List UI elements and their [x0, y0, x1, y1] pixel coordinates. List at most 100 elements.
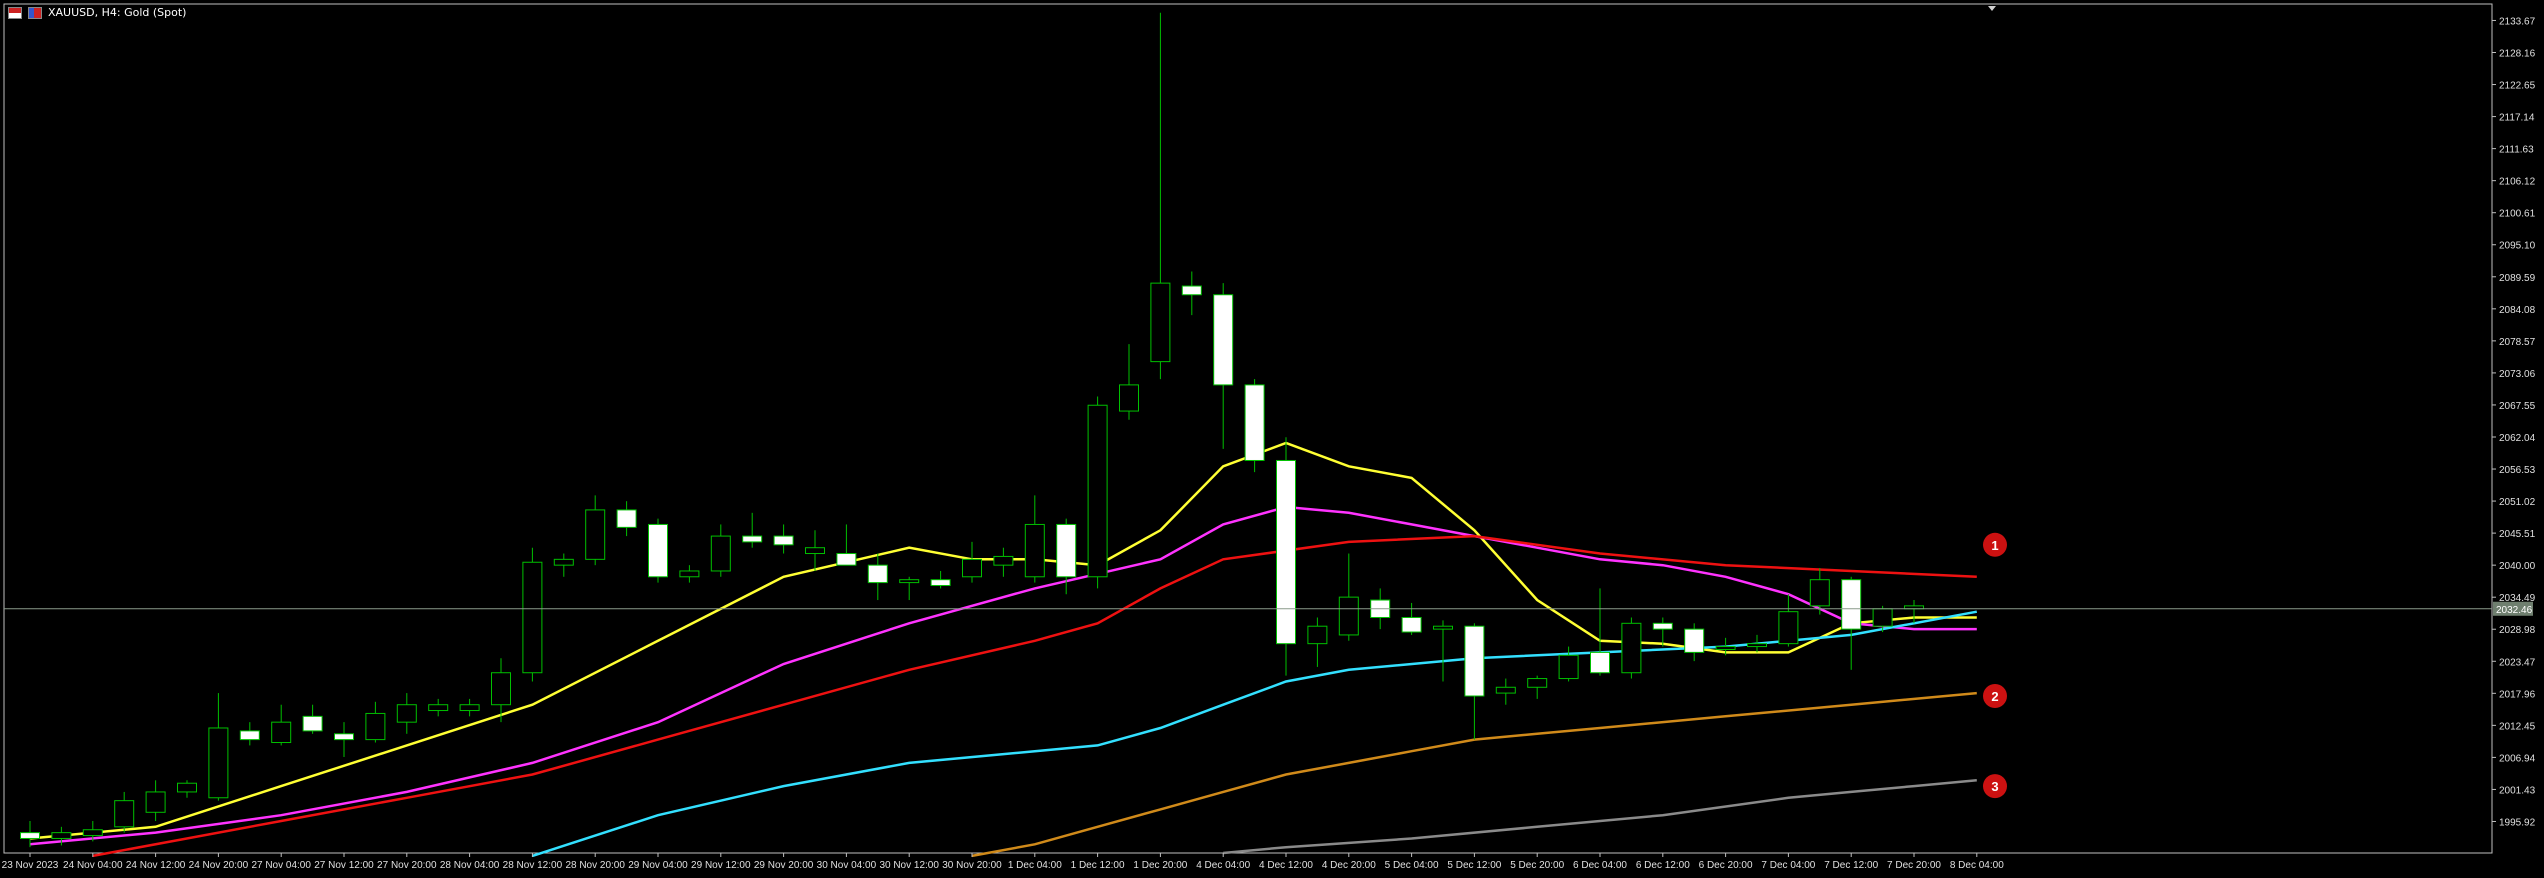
- y-tick-label: 2040.00: [2499, 561, 2536, 572]
- y-tick-label: 2023.47: [2499, 657, 2536, 668]
- y-tick-label: 2056.53: [2499, 465, 2536, 476]
- y-tick-label: 2122.65: [2499, 81, 2536, 92]
- marker-3-label: 3: [1991, 779, 1998, 794]
- x-tick-label: 27 Nov 04:00: [251, 860, 311, 871]
- bear-candle[interactable]: [20, 832, 40, 839]
- x-tick-label: 1 Dec 12:00: [1071, 860, 1125, 871]
- bull-candle[interactable]: [491, 672, 511, 706]
- current-price-label: 2032.46: [2496, 605, 2533, 616]
- y-tick-label: 2128.16: [2499, 48, 2536, 59]
- y-tick-label: 2012.45: [2499, 721, 2536, 732]
- y-tick-label: 2045.51: [2499, 529, 2536, 540]
- x-tick-label: 27 Nov 20:00: [377, 860, 437, 871]
- bear-candle[interactable]: [1464, 625, 1485, 697]
- y-tick-label: 2084.08: [2499, 305, 2536, 316]
- bull-candle[interactable]: [114, 800, 135, 828]
- bull-candle[interactable]: [805, 547, 825, 555]
- bull-candle[interactable]: [1872, 608, 1893, 627]
- chart-shift-marker-icon[interactable]: [1988, 6, 1996, 11]
- chart-window-icon: [8, 6, 22, 19]
- marker-2-label: 2: [1991, 689, 1998, 704]
- y-tick-label: 2117.14: [2499, 113, 2535, 124]
- bear-candle[interactable]: [1590, 651, 1610, 674]
- bull-candle[interactable]: [710, 535, 731, 572]
- bull-candle[interactable]: [82, 829, 103, 837]
- bull-candle[interactable]: [1621, 622, 1642, 674]
- bull-candle[interactable]: [1338, 596, 1359, 636]
- x-tick-label: 23 Nov 2023: [2, 860, 59, 871]
- bull-candle[interactable]: [1715, 646, 1736, 650]
- bear-candle[interactable]: [1056, 523, 1077, 578]
- bull-candle[interactable]: [1495, 686, 1516, 694]
- bear-candle[interactable]: [742, 535, 763, 543]
- x-tick-label: 28 Nov 12:00: [503, 860, 563, 871]
- x-tick-label: 6 Dec 20:00: [1699, 860, 1753, 871]
- price-chart[interactable]: 2032.46 2133.67 2128.16 2122.65 2117.14 2111.…: [0, 0, 2544, 874]
- bull-candle[interactable]: [1809, 579, 1830, 607]
- bull-candle[interactable]: [993, 555, 1014, 566]
- y-tick-label: 2078.57: [2499, 337, 2536, 348]
- bull-candle[interactable]: [585, 509, 606, 560]
- y-tick-label: 2133.67: [2499, 16, 2536, 27]
- x-tick-label: 7 Dec 04:00: [1761, 860, 1815, 871]
- bear-candle[interactable]: [648, 523, 668, 578]
- bull-candle[interactable]: [1150, 282, 1171, 363]
- bear-candle[interactable]: [239, 730, 260, 741]
- x-tick-label: 29 Nov 20:00: [754, 860, 814, 871]
- bull-candle[interactable]: [1119, 384, 1139, 412]
- bull-candle[interactable]: [396, 704, 417, 723]
- x-tick-label: 7 Dec 20:00: [1887, 860, 1941, 871]
- bear-candle[interactable]: [1401, 616, 1422, 633]
- bear-candle[interactable]: [334, 733, 354, 741]
- bull-candle[interactable]: [962, 558, 982, 578]
- bull-candle[interactable]: [1024, 523, 1045, 578]
- bear-candle[interactable]: [836, 553, 857, 566]
- y-tick-label: 2062.04: [2499, 433, 2536, 444]
- bull-candle[interactable]: [553, 558, 574, 566]
- x-tick-label: 1 Dec 04:00: [1008, 860, 1062, 871]
- bear-candle[interactable]: [1181, 285, 1202, 296]
- bear-candle[interactable]: [1276, 459, 1296, 645]
- bull-candle[interactable]: [145, 791, 166, 813]
- bull-candle[interactable]: [1087, 404, 1108, 578]
- bull-candle[interactable]: [51, 832, 72, 839]
- bear-candle[interactable]: [867, 564, 888, 584]
- chart-title-bar: XAUUSD, H4: Gold (Spot): [8, 6, 186, 19]
- bull-candle[interactable]: [459, 704, 480, 712]
- y-tick-label: 2067.55: [2499, 401, 2536, 412]
- bull-candle[interactable]: [679, 570, 700, 578]
- bull-candle[interactable]: [1433, 625, 1453, 630]
- y-tick-label: 2006.94: [2499, 753, 2536, 764]
- bull-candle[interactable]: [365, 712, 386, 741]
- x-tick-label: 5 Dec 12:00: [1447, 860, 1501, 871]
- bear-candle[interactable]: [1841, 579, 1862, 630]
- y-tick-label: 2051.02: [2499, 497, 2536, 508]
- bull-candle[interactable]: [1778, 611, 1799, 645]
- bear-candle[interactable]: [1652, 622, 1673, 630]
- x-tick-label: 30 Nov 20:00: [942, 860, 1002, 871]
- x-tick-label: 8 Dec 04:00: [1950, 860, 2004, 871]
- bull-candle[interactable]: [428, 704, 449, 712]
- y-tick-label: 2001.43: [2499, 785, 2536, 796]
- y-tick-label: 2017.96: [2499, 689, 2536, 700]
- bull-candle[interactable]: [1558, 654, 1579, 680]
- bull-candle[interactable]: [1747, 643, 1767, 648]
- bear-candle[interactable]: [773, 535, 794, 546]
- bull-candle[interactable]: [271, 721, 292, 744]
- bull-candle[interactable]: [1527, 678, 1548, 688]
- bull-candle[interactable]: [899, 579, 920, 584]
- bull-candle[interactable]: [208, 727, 229, 799]
- chart-window[interactable]: XAUUSD, H4: Gold (Spot) 2032.46 2133.67 21…: [0, 0, 2544, 874]
- bull-candle[interactable]: [522, 561, 543, 674]
- bear-candle[interactable]: [302, 715, 323, 732]
- y-tick-label: 2111.63: [2499, 145, 2534, 156]
- bear-candle[interactable]: [1244, 384, 1265, 461]
- x-tick-label: 4 Dec 12:00: [1259, 860, 1313, 871]
- bear-candle[interactable]: [616, 509, 637, 528]
- bear-candle[interactable]: [1213, 294, 1234, 386]
- bull-candle[interactable]: [1307, 625, 1328, 645]
- bear-candle[interactable]: [1684, 628, 1705, 653]
- x-tick-label: 27 Nov 12:00: [314, 860, 374, 871]
- bull-candle[interactable]: [177, 782, 197, 793]
- bear-candle[interactable]: [930, 579, 951, 587]
